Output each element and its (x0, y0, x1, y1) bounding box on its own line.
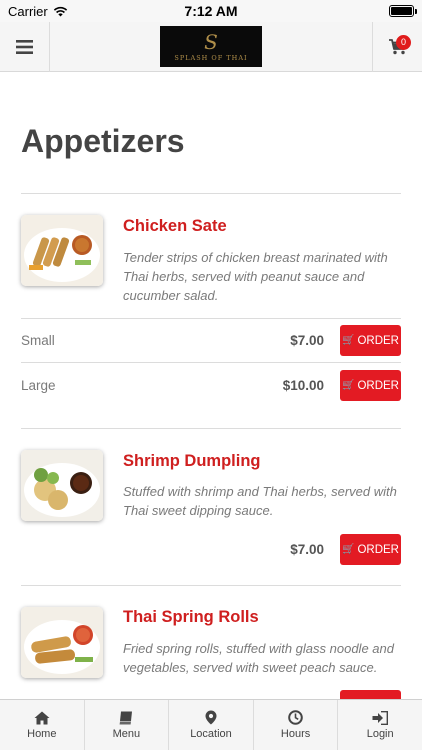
price-row: Small $7.00 🛒 ORDER (21, 325, 401, 357)
book-icon (119, 711, 132, 724)
size-label: Large (21, 378, 56, 393)
app-header: S SPLASH OF THAI 0 (0, 22, 422, 72)
cart-icon: 🛒 (342, 335, 355, 346)
item-description: Tender strips of chicken breast marinate… (123, 250, 388, 303)
item-name[interactable]: Shrimp Dumpling (123, 452, 261, 471)
battery-icon (389, 5, 417, 17)
chicken-sate-photo[interactable] (21, 215, 103, 286)
price: $7.00 (290, 542, 324, 557)
logo-text: SPLASH OF THAI (174, 53, 248, 62)
shrimp-dumpling-photo[interactable] (21, 450, 103, 521)
login-icon (372, 710, 389, 725)
price-divider (21, 362, 401, 363)
wifi-icon (53, 6, 67, 16)
status-time: 7:12 AM (184, 3, 238, 19)
restaurant-logo[interactable]: S SPLASH OF THAI (160, 26, 262, 67)
order-label: ORDER (357, 379, 399, 392)
order-label: ORDER (357, 543, 399, 556)
cart-button[interactable]: 0 (372, 22, 422, 72)
tab-login[interactable]: Login (338, 700, 422, 750)
tab-label: Home (27, 727, 57, 740)
item-name[interactable]: Chicken Sate (123, 217, 227, 236)
hamburger-icon (16, 40, 33, 54)
thai-spring-rolls-photo[interactable] (21, 607, 103, 678)
tab-label: Menu (112, 727, 141, 740)
cart-icon: 🛒 (342, 380, 355, 391)
item-name[interactable]: Thai Spring Rolls (123, 608, 259, 627)
logo-monogram: S (204, 29, 218, 54)
item-divider (21, 428, 401, 429)
tab-label: Location (190, 728, 232, 740)
order-button[interactable] (340, 690, 401, 699)
tab-label: Hours (280, 728, 311, 740)
price-row (21, 690, 401, 699)
status-left: Carrier (8, 4, 148, 19)
section-title: Appetizers (21, 123, 185, 159)
item-description: Fried spring rolls, stuffed with glass n… (123, 641, 394, 675)
map-pin-icon (205, 710, 217, 725)
item-divider (21, 318, 401, 319)
order-button[interactable]: 🛒 ORDER (340, 370, 401, 401)
home-icon (34, 711, 50, 724)
tab-bar: Home Menu Location Hours Login (0, 699, 422, 750)
menu-content[interactable]: Appetizers Chicken Sate Tender strips of… (0, 73, 422, 699)
order-label: ORDER (357, 334, 399, 347)
section-divider (21, 193, 401, 194)
price: $10.00 (282, 378, 324, 393)
status-bar: Carrier 7:12 AM (0, 0, 422, 22)
order-button[interactable]: 🛒 ORDER (340, 325, 401, 356)
status-right (274, 5, 417, 17)
menu-button[interactable] (0, 22, 50, 72)
cart-icon: 🛒 (342, 544, 355, 555)
tab-location[interactable]: Location (169, 700, 254, 750)
item-description: Stuffed with shrimp and Thai herbs, serv… (123, 484, 397, 518)
order-button[interactable]: 🛒 ORDER (340, 534, 401, 565)
tab-label: Login (366, 727, 394, 740)
carrier-label: Carrier (8, 3, 48, 19)
tab-home[interactable]: Home (0, 700, 85, 750)
size-label: Small (21, 333, 55, 348)
tab-menu[interactable]: Menu (85, 700, 170, 750)
price: $7.00 (290, 333, 324, 348)
clock-icon (288, 710, 303, 725)
cart-count-badge: 0 (396, 35, 411, 50)
price-row: Large $10.00 🛒 ORDER (21, 370, 401, 402)
item-divider (21, 585, 401, 586)
tab-hours[interactable]: Hours (254, 700, 339, 750)
price-row: $7.00 🛒 ORDER (21, 534, 401, 566)
